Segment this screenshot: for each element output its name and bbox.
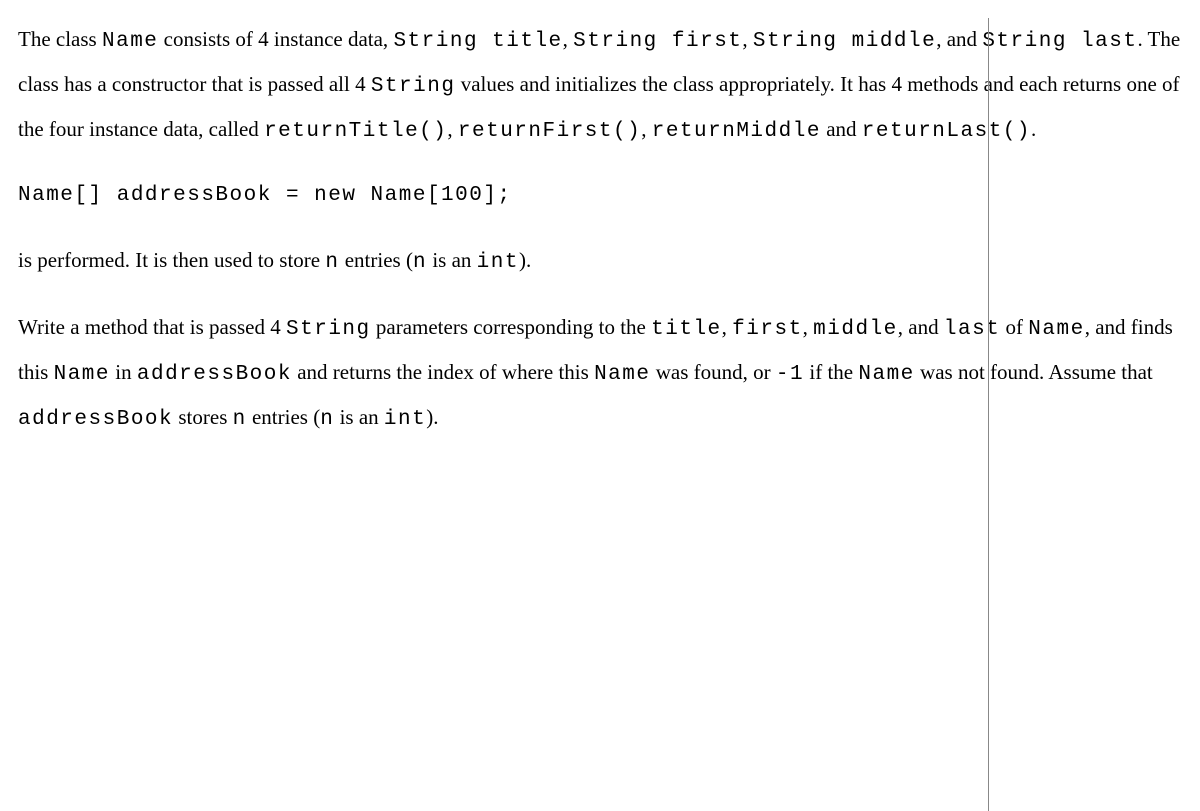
text: and returns the index of where this [292,360,594,384]
code-inline: n [413,251,427,274]
code-inline: int [477,251,519,274]
code-inline: returnMiddle [652,120,821,143]
code-inline: returnFirst() [458,120,641,143]
code-inline: middle [813,318,898,341]
code-inline: -1 [776,363,804,386]
text: is performed. It is then used to store [18,248,325,272]
text: if the [804,360,858,384]
code-inline: String title [393,30,562,53]
code-inline: first [732,318,803,341]
text: , and [898,315,944,339]
text: is an [427,248,477,272]
code-inline: Name [858,363,914,386]
text: stores [173,405,233,429]
text: ). [426,405,438,429]
code-inline: n [325,251,339,274]
code-inline: Name [594,363,650,386]
text: and [821,117,862,141]
paragraph-3: Write a method that is passed 4 String p… [18,306,1200,441]
text: , [742,27,753,51]
code-inline: Name [1028,318,1084,341]
text: of [1000,315,1028,339]
code-inline: int [384,408,426,431]
code-inline: Name [102,30,158,53]
code-inline: String [371,75,456,98]
code-inline: String middle [753,30,936,53]
code-inline: String [286,318,371,341]
text: consists of 4 instance data, [158,27,393,51]
text: Write a method that is passed 4 [18,315,286,339]
code-inline: addressBook [18,408,173,431]
code-inline: addressBook [137,363,292,386]
text: , and [936,27,982,51]
text: , [447,117,458,141]
code-inline: String last [982,30,1137,53]
vertical-divider [988,18,989,811]
code-block: Name[] addressBook = new Name[100]; [18,175,1200,217]
paragraph-1: The class Name consists of 4 instance da… [18,18,1200,153]
code-inline: returnTitle() [264,120,447,143]
code-inline: n [320,408,334,431]
text: in [110,360,137,384]
text: parameters corresponding to the [371,315,652,339]
code-inline: Name [54,363,110,386]
code-inline: n [233,408,247,431]
code-inline: title [651,318,722,341]
code-inline: returnLast() [862,120,1031,143]
text: The class [18,27,102,51]
text: is an [334,405,384,429]
text: , [641,117,652,141]
text: entries ( [339,248,412,272]
text: was found, or [651,360,776,384]
text: , [803,315,814,339]
text: entries ( [247,405,320,429]
code-inline: last [944,318,1000,341]
text: was not found. Assume that [915,360,1153,384]
text: . [1031,117,1036,141]
code-inline: String first [573,30,742,53]
paragraph-2: is performed. It is then used to store n… [18,239,1200,284]
text: , [722,315,733,339]
text: , [563,27,574,51]
text: ). [519,248,531,272]
document-page: The class Name consists of 4 instance da… [18,18,1200,441]
